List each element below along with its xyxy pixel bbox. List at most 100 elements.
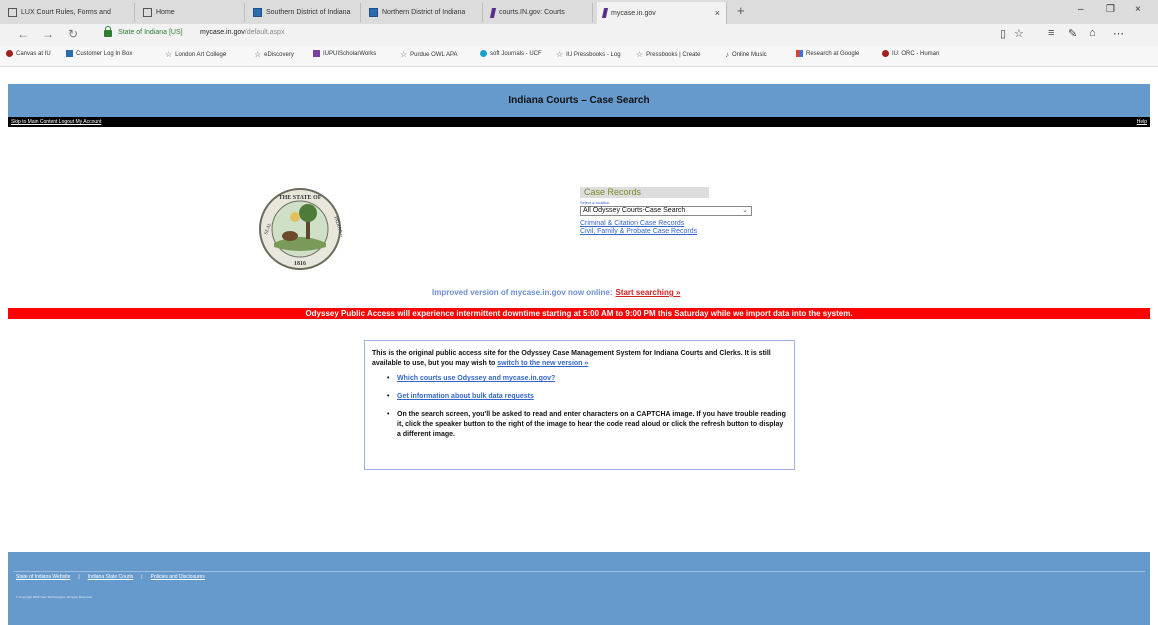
info-intro: This is the original public access site …: [372, 349, 787, 369]
skip-logout-account-links[interactable]: Skip to Main Content Logout My Account: [11, 119, 101, 125]
footer-separator: |: [78, 574, 80, 580]
favorite-label: IU Pressbooks - Log: [566, 51, 621, 58]
favorite-label: Research at Google: [806, 50, 860, 57]
start-searching-link[interactable]: Start searching »: [615, 288, 680, 297]
back-button[interactable]: ←: [17, 27, 29, 41]
hub-icon[interactable]: ≡: [1048, 27, 1054, 39]
state-courts-link[interactable]: Indiana State Courts: [88, 574, 134, 580]
favorite-iu-pressbooks[interactable]: ☆ IU Pressbooks - Log: [556, 50, 621, 59]
share-icon[interactable]: ⌂: [1089, 27, 1096, 39]
state-seal-logo: THE STATE OF SEAL INDIANA 1816: [259, 188, 342, 270]
favorite-star-icon[interactable]: ☆: [1014, 27, 1024, 40]
favorite-purdue-owl[interactable]: ☆ Purdue OWL APA: [400, 50, 458, 59]
tab-courts-in-gov[interactable]: courts.IN.gov: Courts: [485, 3, 593, 22]
help-link[interactable]: Help: [1137, 119, 1147, 125]
court-icon: [253, 8, 262, 17]
criminal-citation-link[interactable]: Criminal & Citation Case Records: [580, 220, 760, 228]
favorite-label: Online Music: [732, 51, 767, 58]
favorite-research-google[interactable]: Research at Google: [796, 50, 859, 57]
switch-new-version-link[interactable]: switch to the new version »: [497, 360, 588, 367]
browser-tab-bar: LUX Court Rules, Forms and Home Southern…: [0, 0, 1158, 24]
downtime-alert: Odyssey Public Access will experience in…: [8, 308, 1150, 319]
tab-title: LUX Court Rules, Forms and: [21, 9, 111, 16]
google-icon: [796, 50, 803, 57]
account-bar: Skip to Main Content Logout My Account H…: [8, 117, 1150, 127]
favorite-london-art-college[interactable]: ☆ London Art College: [165, 50, 226, 59]
star-icon: ☆: [636, 50, 644, 59]
state-website-link[interactable]: State of Indiana Website: [16, 574, 70, 580]
close-tab-icon[interactable]: ×: [715, 8, 720, 18]
favorite-label: eDiscovery: [264, 51, 294, 58]
civil-family-probate-link[interactable]: Civil, Family & Probate Case Records: [580, 228, 760, 236]
more-icon[interactable]: ⋯: [1113, 27, 1124, 40]
favorite-canvas[interactable]: Canvas at IU: [6, 50, 51, 57]
info-box: This is the original public access site …: [364, 340, 795, 470]
favorite-label: IU: ORC - Human: [892, 50, 940, 57]
info-list: Which courts use Odyssey and mycase.in.g…: [372, 374, 787, 440]
reading-view-icon[interactable]: ▯: [1000, 27, 1006, 40]
tab-mycase[interactable]: mycase.in.gov ×: [597, 2, 727, 24]
list-item: Which courts use Odyssey and mycase.in.g…: [387, 374, 787, 384]
seal-top-text: THE STATE OF: [279, 195, 322, 201]
maximize-button[interactable]: ❐: [1106, 4, 1115, 15]
web-note-icon[interactable]: ✎: [1068, 27, 1077, 40]
tab-home[interactable]: Home: [137, 3, 245, 22]
music-icon: ♪: [725, 50, 729, 59]
address-input[interactable]: mycase.in.gov/default.aspx: [200, 29, 284, 36]
select-location-label: Select a location: [580, 200, 610, 205]
url-host: mycase.in.gov: [200, 29, 245, 36]
bulk-data-link[interactable]: Get information about bulk data requests: [397, 393, 534, 400]
star-icon: ☆: [254, 50, 262, 59]
policies-link[interactable]: Policies and Disclosures: [151, 574, 205, 580]
tab-title: Northern District of Indiana: [382, 9, 466, 16]
tab-southern-district[interactable]: Southern District of Indiana: [247, 3, 361, 22]
favorite-label: Canvas at IU: [16, 50, 51, 57]
page-title: Indiana Courts – Case Search: [508, 95, 650, 106]
location-select[interactable]: All Odyssey Courts-Case Search ⌄: [580, 206, 752, 216]
tab-title: mycase.in.gov: [611, 9, 656, 17]
page-footer: State of Indiana Website | Indiana State C…: [8, 552, 1150, 625]
favorite-soft-journals[interactable]: soft Journals - UCF: [480, 50, 542, 57]
favorite-customer-log-in[interactable]: Customer Log In Box: [66, 50, 132, 57]
building-icon: [313, 50, 320, 57]
new-tab-button[interactable]: +: [737, 3, 745, 18]
case-records-title: Case Records: [580, 187, 709, 198]
improved-version-notice: Improved version of mycase.in.gov now on…: [432, 288, 680, 297]
forward-button[interactable]: →: [42, 27, 54, 41]
page-header: Indiana Courts – Case Search: [8, 84, 1150, 117]
page-icon: [8, 8, 17, 17]
page-icon: [66, 50, 73, 57]
favorite-pressbooks-create[interactable]: ☆ Pressbooks | Create: [636, 50, 700, 59]
footer-links: State of Indiana Website | Indiana State C…: [16, 574, 205, 580]
close-window-button[interactable]: ×: [1135, 4, 1141, 15]
star-icon: ☆: [165, 50, 173, 59]
footer-divider: [13, 571, 1145, 572]
lock-icon: [104, 26, 112, 37]
tab-title: Home: [156, 9, 175, 16]
refresh-icon: [480, 50, 487, 57]
favorite-iu-orc[interactable]: IU: ORC - Human: [882, 50, 939, 57]
url-path: /default.aspx: [244, 29, 285, 36]
page-icon: [143, 8, 152, 17]
which-courts-link[interactable]: Which courts use Odyssey and mycase.in.g…: [397, 375, 555, 382]
favorite-label: Pressbooks | Create: [646, 51, 701, 58]
favorite-iupui-scholarworks[interactable]: IUPUIScholarWorks: [313, 50, 376, 57]
tab-title: Southern District of Indiana: [266, 9, 351, 16]
minimize-button[interactable]: –: [1078, 4, 1084, 15]
seal-year: 1816: [294, 261, 306, 267]
in-icon: [489, 7, 497, 18]
site-identity[interactable]: State of Indiana [US]: [118, 29, 183, 36]
improved-version-text: Improved version of mycase.in.gov now on…: [432, 288, 613, 297]
captcha-info: On the search screen, you'll be asked to…: [387, 410, 787, 440]
location-select-value: All Odyssey Courts-Case Search: [583, 207, 686, 214]
tab-lux-court-rules[interactable]: LUX Court Rules, Forms and: [2, 3, 135, 22]
star-icon: ☆: [556, 50, 564, 59]
favorite-label: Purdue OWL APA: [410, 51, 458, 58]
canvas-icon: [6, 50, 13, 57]
favorite-label: IUPUIScholarWorks: [323, 50, 377, 57]
refresh-button[interactable]: ↻: [68, 27, 78, 41]
favorite-online-music[interactable]: ♪ Online Music: [725, 50, 767, 59]
tab-northern-district[interactable]: Northern District of Indiana: [363, 3, 483, 22]
favorite-ediscovery[interactable]: ☆ eDiscovery: [254, 50, 294, 59]
copyright-text: © Copyright 2003 Tyler Technologies. All…: [16, 595, 93, 599]
